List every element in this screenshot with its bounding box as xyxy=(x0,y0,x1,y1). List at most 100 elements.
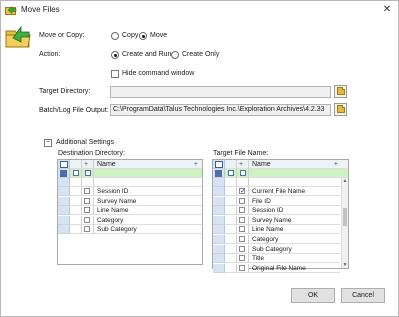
scrollbar-thumb[interactable] xyxy=(343,208,347,226)
row-selector[interactable] xyxy=(213,244,225,254)
include-checkbox[interactable] xyxy=(84,207,90,214)
row-selector[interactable] xyxy=(58,225,70,235)
name-column-header[interactable]: Name + xyxy=(249,160,348,169)
add-icon[interactable]: + xyxy=(84,160,88,169)
include-cell[interactable] xyxy=(82,187,94,196)
list-item[interactable]: Session ID xyxy=(213,206,340,216)
row-selector[interactable] xyxy=(58,187,70,196)
folder-icon xyxy=(337,105,345,113)
include-checkbox[interactable] xyxy=(239,216,245,223)
copy-radio[interactable] xyxy=(111,32,119,40)
list-item[interactable]: Sub Category xyxy=(58,225,202,235)
name-column-header[interactable]: Name + xyxy=(94,160,202,169)
filter-cell[interactable] xyxy=(249,169,348,178)
create-only-radio[interactable] xyxy=(171,51,179,59)
scroll-down-arrow-icon[interactable]: ▼ xyxy=(342,262,348,268)
include-checkbox[interactable] xyxy=(239,207,245,214)
include-cell[interactable] xyxy=(237,254,249,264)
list-item[interactable]: Original File Name xyxy=(213,263,340,273)
include-checkbox[interactable] xyxy=(84,226,90,233)
list-item[interactable]: Sub Category xyxy=(213,244,340,254)
row-selector[interactable] xyxy=(58,215,70,225)
include-checkbox[interactable] xyxy=(239,264,245,271)
row-selector[interactable] xyxy=(58,206,70,216)
target-directory-browse-button[interactable] xyxy=(334,85,347,98)
include-checkbox[interactable] xyxy=(239,226,245,233)
include-checkbox[interactable] xyxy=(239,255,245,262)
row-selector[interactable] xyxy=(213,263,225,273)
row-selector[interactable] xyxy=(58,196,70,206)
include-cell[interactable] xyxy=(237,215,249,225)
include-cell[interactable] xyxy=(237,196,249,206)
row-selector[interactable] xyxy=(213,225,225,235)
list-item[interactable]: File ID xyxy=(213,196,340,206)
include-checkbox[interactable] xyxy=(239,236,245,242)
list-item[interactable]: Category xyxy=(213,235,340,244)
header-cell xyxy=(70,160,82,169)
filter-cell[interactable] xyxy=(237,169,249,178)
filter-icon[interactable] xyxy=(85,170,91,176)
include-checkbox[interactable] xyxy=(84,216,90,223)
list-item[interactable]: Survey Name xyxy=(58,196,202,206)
include-cell[interactable] xyxy=(237,235,249,244)
include-checkbox[interactable] xyxy=(84,188,90,194)
row-selector[interactable] xyxy=(213,254,225,264)
list-item[interactable]: Title xyxy=(213,254,340,264)
include-cell[interactable] xyxy=(82,196,94,206)
grid-filter-row[interactable] xyxy=(58,169,202,178)
include-cell[interactable] xyxy=(82,225,94,235)
add-icon[interactable]: + xyxy=(194,160,198,168)
row-selector[interactable] xyxy=(213,215,225,225)
filter-cell[interactable] xyxy=(82,169,94,178)
add-icon[interactable]: + xyxy=(334,160,338,168)
filter-icon[interactable] xyxy=(228,170,234,176)
filter-icon[interactable] xyxy=(240,170,246,176)
scroll-up-arrow-icon[interactable]: ▲ xyxy=(342,178,348,184)
filter-cell[interactable] xyxy=(225,169,237,178)
destination-directory-grid[interactable]: + Name + Session ID Survey Name Line Name Ca… xyxy=(57,159,203,265)
row-selector[interactable] xyxy=(213,196,225,206)
batch-log-browse-button[interactable] xyxy=(334,103,347,116)
list-item[interactable]: Line Name xyxy=(58,206,202,216)
ok-button[interactable]: OK xyxy=(291,288,335,303)
include-cell[interactable] xyxy=(237,206,249,216)
include-cell[interactable] xyxy=(237,225,249,235)
column-chooser-icon[interactable] xyxy=(60,161,68,168)
row-selector[interactable] xyxy=(213,235,225,244)
column-chooser-icon[interactable] xyxy=(215,161,223,168)
include-cell[interactable] xyxy=(237,263,249,273)
add-icon[interactable]: + xyxy=(239,160,243,169)
hide-command-window-checkbox[interactable] xyxy=(111,70,119,78)
target-directory-field[interactable] xyxy=(110,86,331,98)
list-item[interactable]: Category xyxy=(58,215,202,225)
filter-cell[interactable] xyxy=(70,169,82,178)
list-item[interactable]: Survey Name xyxy=(213,215,340,225)
row-selector[interactable] xyxy=(213,206,225,216)
include-cell[interactable] xyxy=(237,244,249,254)
include-cell[interactable] xyxy=(82,206,94,216)
include-checkbox[interactable] xyxy=(239,197,245,204)
filter-icon[interactable] xyxy=(73,170,79,176)
cancel-button[interactable]: Cancel xyxy=(341,288,385,303)
include-cell[interactable] xyxy=(82,215,94,225)
list-item[interactable]: ✓ Current File Name xyxy=(213,187,340,196)
target-file-name-grid[interactable]: + Name + ▲ ▼ ✓ Current File Name File ID Ses… xyxy=(212,159,349,273)
list-item[interactable]: Line Name xyxy=(213,225,340,235)
vertical-scrollbar[interactable]: ▲ ▼ xyxy=(341,178,348,268)
row-selector[interactable] xyxy=(213,187,225,196)
additional-settings-expander[interactable]: − xyxy=(44,139,52,147)
batch-log-output-field[interactable]: C:\ProgramData\Talus Technologies Inc.\E… xyxy=(110,104,331,116)
checkmark-icon: ✓ xyxy=(240,188,246,195)
include-checkbox[interactable] xyxy=(239,245,245,252)
close-button[interactable]: ✕ xyxy=(378,2,396,17)
filter-cell[interactable] xyxy=(94,169,202,178)
filter-icon[interactable] xyxy=(215,170,222,177)
filter-icon[interactable] xyxy=(60,170,67,177)
move-radio[interactable] xyxy=(139,32,147,40)
create-and-run-radio[interactable] xyxy=(111,51,119,59)
include-checkbox[interactable]: ✓ xyxy=(239,188,246,195)
include-cell[interactable]: ✓ xyxy=(237,187,249,196)
include-checkbox[interactable] xyxy=(84,197,90,204)
list-item[interactable]: Session ID xyxy=(58,187,202,196)
grid-filter-row[interactable] xyxy=(213,169,348,178)
